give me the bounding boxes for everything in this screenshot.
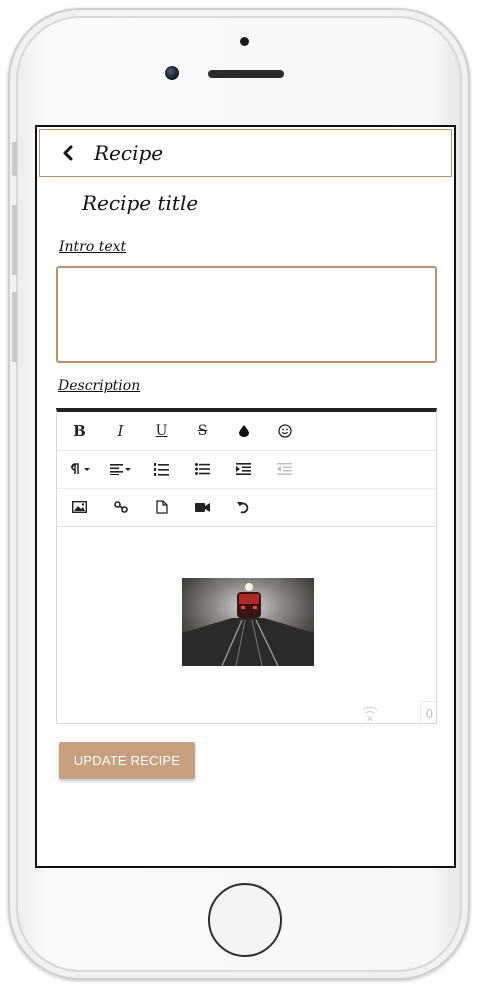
color-drop-icon[interactable] [223,416,264,446]
intro-text-label: Intro text [59,239,127,255]
volume-down-button [12,292,17,362]
chevron-left-icon[interactable] [56,141,80,165]
description-editor: B I U S 0 [56,408,438,726]
mute-switch [12,142,17,176]
toolbar-row-insert [57,488,436,527]
emoji-icon[interactable] [264,416,305,446]
strikethrough-icon[interactable]: S [182,416,223,446]
strike-label: S [197,423,208,439]
unordered-list-icon[interactable] [182,454,223,484]
outdent-icon[interactable] [264,454,305,484]
underline-label: U [155,423,168,439]
insert-file-icon[interactable] [141,492,182,522]
underline-icon[interactable]: U [141,416,182,446]
earpiece-speaker [208,70,284,78]
recipe-title[interactable]: Recipe title [82,191,198,215]
toolbar-row-paragraph [57,450,436,489]
insert-image-icon[interactable] [59,492,100,522]
top-bar: Recipe [39,129,452,177]
proximity-sensor [240,37,249,46]
wifi-off-icon [362,706,378,722]
bold-label: B [73,422,86,440]
app-screen: Recipe Recipe title Intro text Descripti… [35,125,456,868]
description-label: Description [58,378,141,394]
volume-up-button [12,205,17,275]
italic-label: I [117,422,124,440]
toolbar-row-formatting: B I U S [57,412,436,451]
undo-icon[interactable] [223,492,264,522]
insert-link-icon[interactable] [100,492,141,522]
intro-text-field[interactable] [56,266,437,363]
italic-icon[interactable]: I [100,416,141,446]
ordered-list-icon[interactable] [141,454,182,484]
page-title: Recipe [94,141,164,165]
insert-video-icon[interactable] [182,492,223,522]
bold-icon[interactable]: B [59,416,100,446]
char-counter: 0 [420,701,438,726]
update-recipe-button[interactable]: UPDATE RECIPE [59,742,195,779]
paragraph-format-icon[interactable] [59,454,100,484]
tunnel-train-image[interactable] [182,578,314,666]
front-camera [165,66,179,80]
align-icon[interactable] [100,454,141,484]
indent-icon[interactable] [223,454,264,484]
home-button[interactable] [208,883,282,957]
